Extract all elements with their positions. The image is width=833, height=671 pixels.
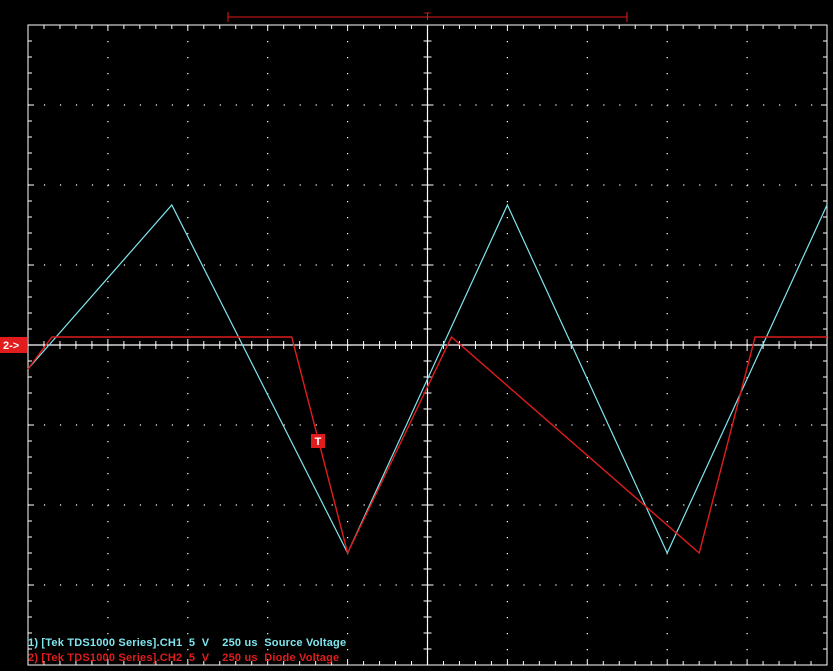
oscilloscope-display: T 2-> T bbox=[0, 0, 833, 671]
trigger-level-label: T bbox=[315, 436, 322, 448]
legend-entry-ch2: 2) [Tek TDS1000 Series].CH2 5 V 250 us D… bbox=[28, 652, 340, 664]
trigger-level-marker[interactable]: T bbox=[311, 434, 325, 448]
ch2-ground-marker-label: 2-> bbox=[3, 340, 19, 352]
legend-entry-ch1: 1) [Tek TDS1000 Series].CH1 5 V 250 us S… bbox=[28, 637, 347, 649]
trigger-bracket-label: T bbox=[424, 11, 431, 23]
plot-background bbox=[0, 0, 833, 671]
ch2-ground-marker[interactable]: 2-> bbox=[0, 337, 27, 353]
